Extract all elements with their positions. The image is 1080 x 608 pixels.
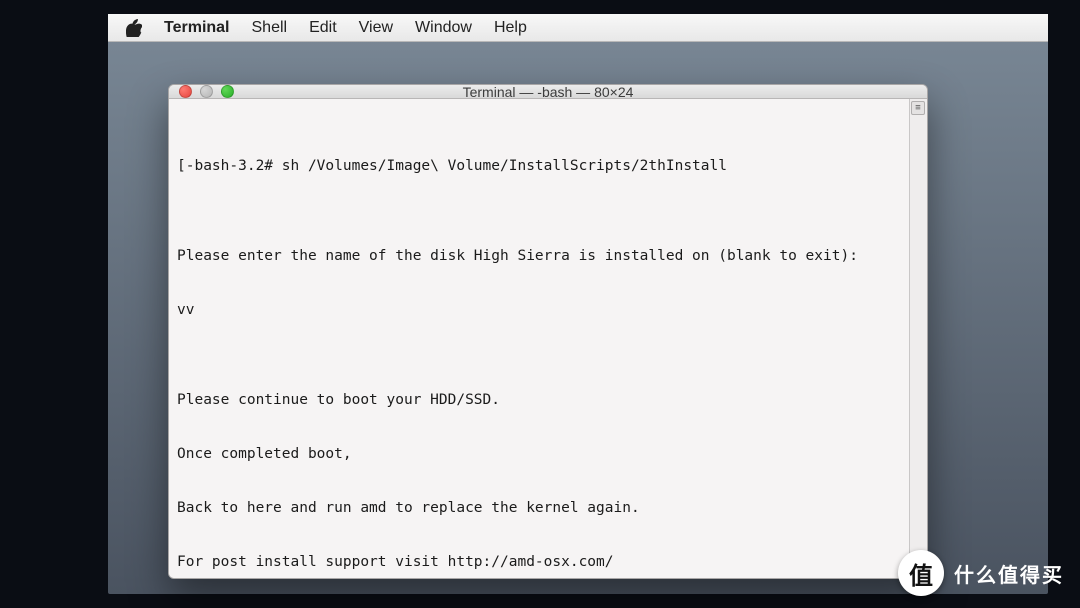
terminal-line: vv xyxy=(177,301,919,319)
apple-menu-icon[interactable] xyxy=(126,19,142,37)
terminal-line: For post install support visit http://am… xyxy=(177,553,919,571)
menu-help[interactable]: Help xyxy=(494,19,527,37)
traffic-lights xyxy=(179,85,234,98)
terminal-body[interactable]: ≡ [-bash-3.2# sh /Volumes/Image\ Volume/… xyxy=(169,99,927,579)
close-button[interactable] xyxy=(179,85,192,98)
window-title: Terminal — -bash — 80×24 xyxy=(169,84,927,100)
menu-view[interactable]: View xyxy=(359,19,393,37)
minimize-button[interactable] xyxy=(200,85,213,98)
site-watermark: 值 什么值得买 xyxy=(898,550,1064,596)
watermark-text: 什么值得买 xyxy=(954,559,1064,588)
scroll-toggle-icon[interactable]: ≡ xyxy=(911,101,925,115)
window-titlebar[interactable]: Terminal — -bash — 80×24 xyxy=(169,85,927,99)
menubar: Terminal Shell Edit View Window Help xyxy=(108,14,1048,42)
terminal-line: Please enter the name of the disk High S… xyxy=(177,247,919,265)
terminal-line: [-bash-3.2# sh /Volumes/Image\ Volume/In… xyxy=(177,157,919,175)
menu-window[interactable]: Window xyxy=(415,19,472,37)
desktop-background: Terminal Shell Edit View Window Help Ter… xyxy=(108,14,1048,594)
watermark-logo-icon: 值 xyxy=(898,550,944,596)
terminal-line: Please continue to boot your HDD/SSD. xyxy=(177,391,919,409)
terminal-line: Once completed boot, xyxy=(177,445,919,463)
menu-shell[interactable]: Shell xyxy=(252,19,288,37)
scrollbar-track[interactable]: ≡ xyxy=(909,99,927,579)
app-name[interactable]: Terminal xyxy=(164,19,230,37)
maximize-button[interactable] xyxy=(221,85,234,98)
terminal-window[interactable]: Terminal — -bash — 80×24 ≡ [-bash-3.2# s… xyxy=(168,84,928,579)
terminal-line: Back to here and run amd to replace the … xyxy=(177,499,919,517)
menu-edit[interactable]: Edit xyxy=(309,19,337,37)
